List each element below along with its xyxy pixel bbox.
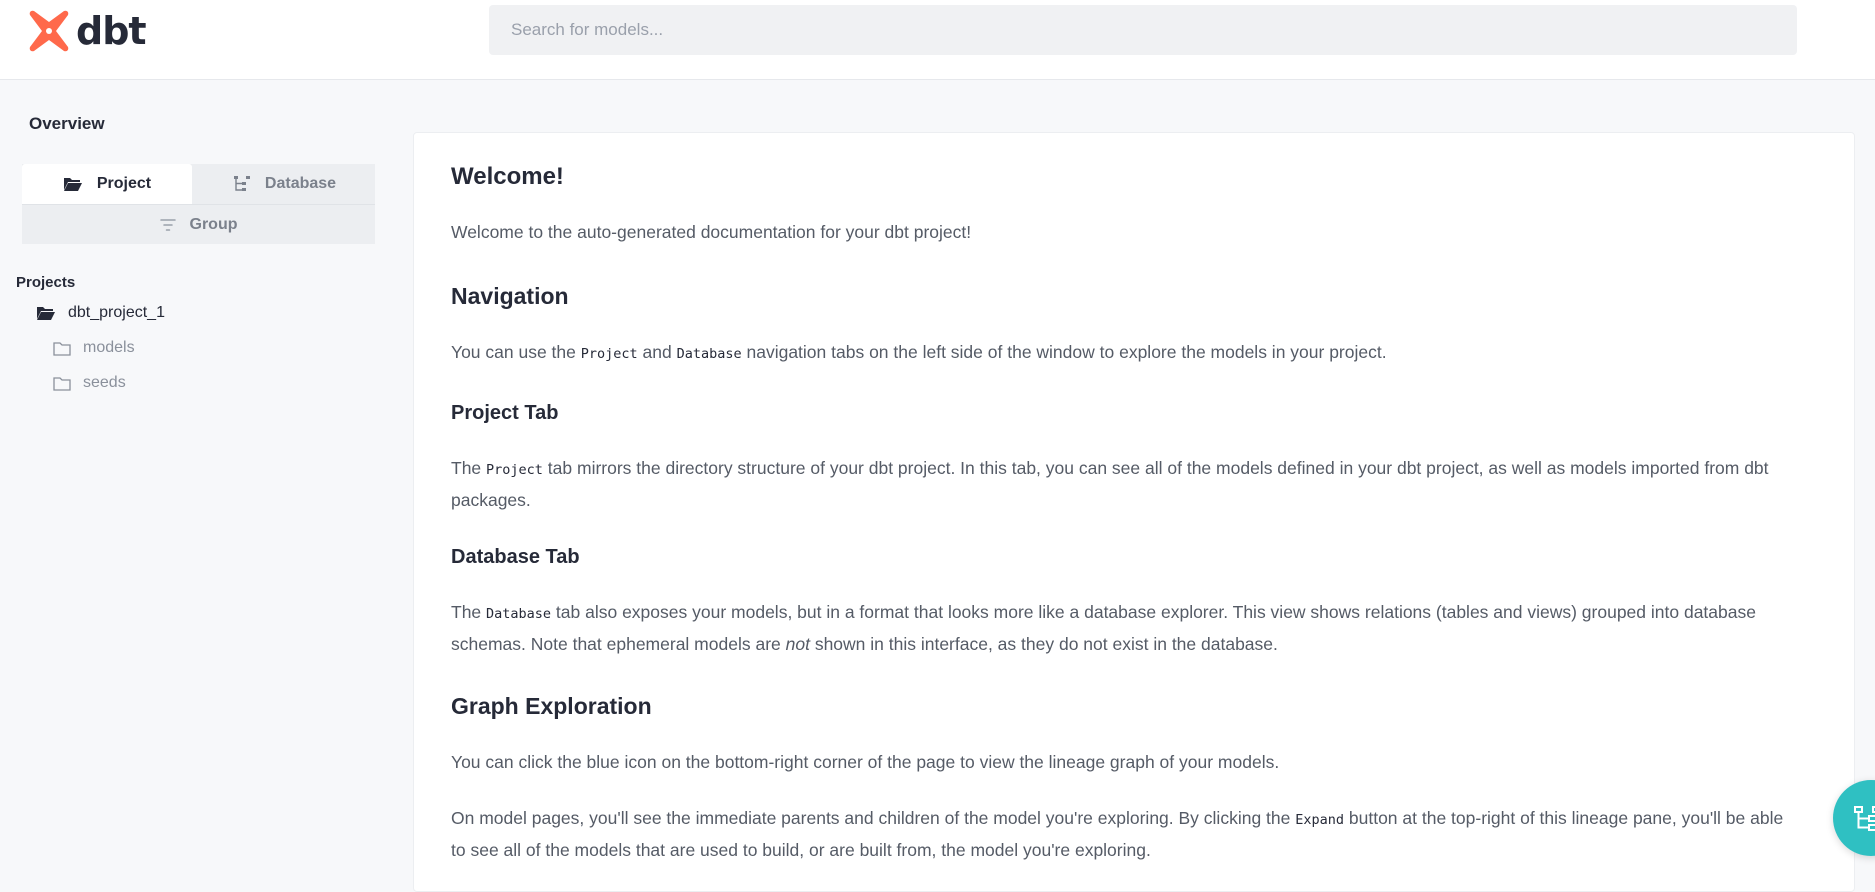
sidebar-tabs: Project Database Group (22, 164, 375, 244)
code-database: Database (676, 346, 742, 362)
tree-item-label: models (83, 339, 135, 356)
tab-project[interactable]: Project (22, 164, 192, 204)
graph-text-1: You can click the blue icon on the botto… (451, 752, 1280, 772)
navigation-text: You can use the Project and Database nav… (451, 342, 1387, 362)
main-content: Welcome! Welcome to the auto-generated d… (413, 132, 1855, 892)
code-project: Project (580, 346, 638, 362)
tree-icon (233, 176, 250, 191)
logo[interactable]: dbt (28, 6, 147, 56)
welcome-text: Welcome to the auto-generated documentat… (451, 222, 972, 242)
tree-item-label: dbt_project_1 (68, 304, 165, 321)
filter-icon (159, 218, 176, 231)
folder-icon (53, 341, 71, 356)
dbt-logo-icon (29, 10, 69, 52)
tree-item-project[interactable]: dbt_project_1 (36, 304, 165, 322)
project-tab-text: The Project tab mirrors the directory st… (451, 458, 1769, 510)
tree-item-seeds[interactable]: seeds (53, 374, 126, 392)
lineage-graph-icon (1854, 806, 1875, 831)
folder-icon (53, 376, 71, 391)
folder-open-icon (63, 178, 82, 191)
tab-project-label: Project (96, 175, 152, 192)
code-database: Database (486, 606, 552, 622)
code-expand: Expand (1295, 812, 1345, 828)
overview-link[interactable]: Overview (29, 114, 105, 134)
search-input[interactable] (489, 5, 1797, 55)
code-project: Project (486, 462, 543, 478)
page-title: Welcome! (451, 163, 564, 190)
header: dbt (0, 0, 1875, 80)
database-tab-heading: Database Tab (451, 546, 580, 568)
projects-heading: Projects (16, 274, 76, 291)
project-tab-heading: Project Tab (451, 402, 559, 424)
logo-text: dbt (76, 9, 147, 53)
tree-item-models[interactable]: models (53, 339, 135, 357)
tree-item-label: seeds (83, 374, 126, 391)
database-tab-text: The Database tab also exposes your model… (451, 602, 1756, 654)
tab-database[interactable]: Database (194, 164, 375, 204)
emphasis-not: not (785, 634, 810, 654)
sidebar: Overview Project Database Group Projects… (0, 80, 395, 867)
navigation-heading: Navigation (451, 283, 569, 309)
tab-group[interactable]: Group (22, 204, 375, 244)
graph-text-2: On model pages, you'll see the immediate… (451, 808, 1784, 860)
folder-open-icon (37, 307, 55, 320)
tab-group-label: Group (189, 215, 238, 233)
tab-database-label: Database (264, 175, 337, 192)
graph-exploration-heading: Graph Exploration (451, 693, 652, 719)
